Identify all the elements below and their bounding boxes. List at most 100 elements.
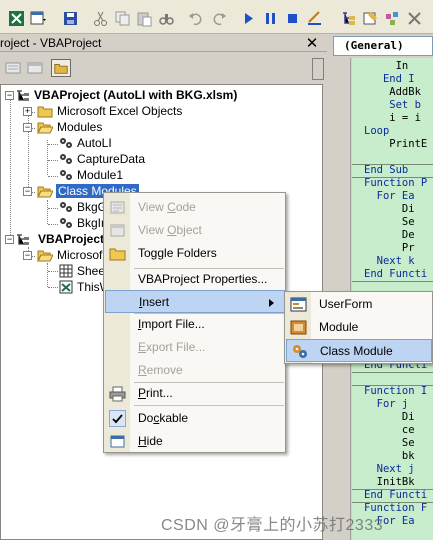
code-line[interactable]: Loop [364, 125, 389, 138]
view-object-button[interactable] [25, 59, 45, 77]
menu-item-insert[interactable]: Insert [105, 290, 285, 313]
tree-module-item[interactable]: AutoLI [77, 135, 112, 151]
procedure-separator [352, 281, 433, 282]
class-module-icon [291, 343, 308, 360]
submenu-item-userform[interactable]: UserForm [285, 293, 432, 316]
code-line[interactable]: Function P [364, 177, 427, 190]
insert-submenu: UserForm Module Class Module [284, 291, 433, 364]
code-line[interactable]: End Sub [364, 164, 408, 177]
vbaproject-icon [15, 232, 31, 246]
code-line[interactable]: Pr [364, 242, 415, 255]
module-icon [58, 152, 74, 166]
vbe-toolbar [0, 0, 433, 34]
tree-module-item[interactable]: Module1 [77, 167, 123, 183]
code-line[interactable]: End I [364, 73, 415, 86]
menu-item-remove[interactable]: Remove [104, 359, 285, 382]
tree-project-autoli[interactable]: VBAProject (AutoLI with BKG.xlsm) [34, 87, 237, 103]
view-code-button[interactable] [3, 59, 23, 77]
menu-item-dockable[interactable]: Dockable [104, 407, 285, 430]
undo-icon[interactable] [188, 10, 205, 27]
code-line[interactable]: Se [364, 216, 415, 229]
menu-item-view-object[interactable]: View Object [104, 219, 285, 242]
code-line[interactable]: End Functi [364, 268, 427, 281]
paste-icon[interactable] [136, 10, 153, 27]
procedure-separator [352, 372, 433, 373]
code-line[interactable]: Set b [364, 99, 421, 112]
view-object-icon [109, 222, 126, 239]
code-line[interactable]: bk [364, 450, 415, 463]
tree-sheet-item[interactable]: Shee [77, 263, 105, 279]
submenu-item-class-module[interactable]: Class Module [286, 339, 432, 362]
object-browser-icon[interactable] [384, 10, 401, 27]
menu-label: Toggle Folders [138, 246, 217, 260]
tree-project-second[interactable]: VBAProject [38, 231, 104, 247]
csdn-watermark: CSDN @牙膏上的小苏打2333 [161, 517, 384, 534]
tree-modules-folder[interactable]: Modules [57, 119, 102, 135]
toolbox-icon[interactable] [406, 10, 423, 27]
code-line[interactable]: Function I [364, 385, 427, 398]
toggle-folders-button[interactable] [51, 59, 71, 77]
object-dropdown[interactable]: (General) [333, 36, 433, 56]
insert-userform-icon[interactable] [30, 10, 47, 27]
find-icon[interactable] [158, 10, 175, 27]
menu-item-view-code[interactable]: View Code [104, 196, 285, 219]
menu-label: Remove [138, 363, 183, 377]
break-icon[interactable] [262, 10, 279, 27]
tree-module-item[interactable]: CaptureData [77, 151, 145, 167]
menu-item-export-file[interactable]: Export File... [104, 336, 285, 359]
close-icon[interactable]: ✕ [303, 36, 321, 52]
scrollbar-thumb[interactable] [312, 58, 324, 80]
procedure-separator [352, 489, 433, 490]
userform-icon [290, 296, 307, 313]
procedure-separator [352, 502, 433, 503]
excel-icon[interactable] [8, 10, 25, 27]
code-line[interactable]: Di [364, 411, 415, 424]
menu-label: View Code [138, 200, 196, 214]
project-explorer-toolbar [0, 53, 327, 83]
run-icon[interactable] [240, 10, 257, 27]
copy-icon[interactable] [114, 10, 131, 27]
menu-label: Hide [138, 434, 163, 448]
worksheet-icon [58, 264, 74, 278]
code-line[interactable]: For j [364, 398, 409, 411]
menu-label: Dockable [138, 411, 189, 425]
tree-excel-objects-second[interactable]: Microsof [57, 247, 102, 263]
cut-icon[interactable] [92, 10, 109, 27]
module-icon [58, 168, 74, 182]
menu-label: Module [319, 320, 359, 334]
menu-item-import-file[interactable]: Import File... [104, 313, 285, 336]
menu-item-toggle-folders[interactable]: Toggle Folders [104, 242, 285, 265]
menu-item-print[interactable]: Print... [104, 382, 285, 405]
code-line[interactable]: i = i [364, 112, 421, 125]
menu-label: Export File... [138, 340, 206, 354]
module-icon [290, 319, 307, 336]
code-line[interactable]: Next j [364, 463, 415, 476]
reset-icon[interactable] [284, 10, 301, 27]
submenu-item-module[interactable]: Module [285, 316, 432, 339]
menu-item-project-properties[interactable]: VBAProject Properties... [104, 268, 285, 291]
printer-icon [109, 385, 126, 402]
design-mode-icon[interactable] [306, 10, 323, 27]
code-line[interactable]: End Functi [364, 489, 427, 502]
tree-excel-objects[interactable]: Microsoft Excel Objects [57, 103, 182, 119]
project-explorer-icon[interactable] [340, 10, 357, 27]
code-line[interactable]: Di [364, 203, 415, 216]
view-code-icon [109, 199, 126, 216]
code-line[interactable]: Se [364, 437, 415, 450]
save-icon[interactable] [62, 10, 79, 27]
code-line[interactable]: De [364, 229, 415, 242]
code-line[interactable]: Next k [364, 255, 415, 268]
code-line[interactable]: InitBk [364, 476, 415, 489]
menu-item-hide[interactable]: Hide [104, 430, 285, 453]
menu-label: View Object [138, 223, 202, 237]
code-line[interactable]: ce [364, 424, 415, 437]
code-line[interactable]: AddBk [364, 86, 421, 99]
code-line[interactable]: For Ea [364, 190, 415, 203]
code-line[interactable]: PrintE [364, 138, 427, 151]
module-icon [58, 136, 74, 150]
redo-icon[interactable] [210, 10, 227, 27]
properties-window-icon[interactable] [362, 10, 379, 27]
menu-label: Import File... [138, 317, 205, 331]
class-module-icon [58, 216, 74, 230]
code-line[interactable]: In [364, 60, 409, 73]
